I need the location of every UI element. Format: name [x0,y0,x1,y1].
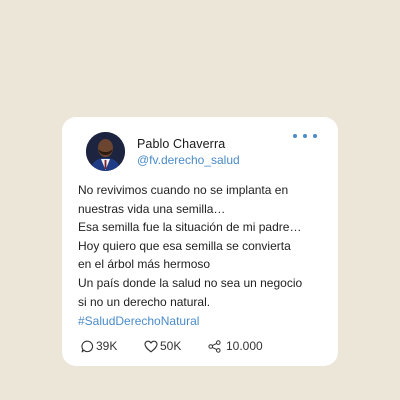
more-options-button[interactable] [293,129,317,143]
post-text-line: Un país donde la salud no sea un negocio [78,275,303,290]
post-text-line: Hoy quiero que esa semilla se convierta [78,238,291,253]
like-count: 50K [160,339,182,353]
post-text-line: Esa semilla fue la situación de mi padre… [78,220,302,235]
comment-bubble-icon [81,340,94,352]
post-text-line: nuestras vida una semilla… [78,201,226,216]
post-card: Pablo Chaverra @fv.derecho_salud No revi… [62,117,338,366]
avatar[interactable] [86,132,125,171]
like-button[interactable]: 50K [144,339,181,353]
more-dots-icon [303,134,307,138]
reply-count: 39K [96,339,118,353]
hashtag-link[interactable]: #SaludDerechoNatural [78,314,199,328]
reply-button[interactable]: 39K [81,339,117,353]
share-button[interactable]: 10.000 [208,339,263,353]
post-text-line: No revivimos cuando no se implanta en [78,183,289,197]
post-text-line: en el árbol más hermoso [78,257,211,272]
share-count: 10.000 [226,339,263,353]
post-text: No revivimos cuando no se implanta en nu… [78,181,328,311]
more-dots-icon [313,134,317,138]
author-name[interactable]: Pablo Chaverra [137,137,225,151]
more-dots-icon [293,134,297,138]
post-text-line: si no un derecho natural. [78,294,211,309]
heart-icon [144,340,158,352]
share-icon [208,339,221,353]
author-handle[interactable]: @fv.derecho_salud [137,153,240,167]
